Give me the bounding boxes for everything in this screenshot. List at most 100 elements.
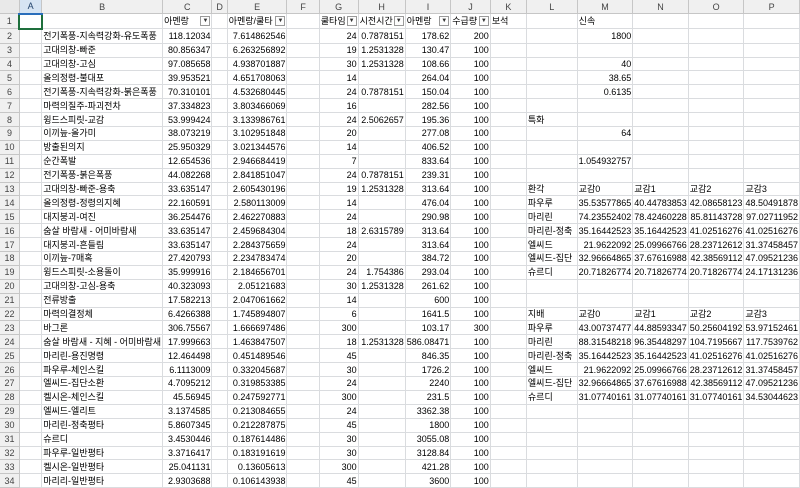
cell-d15[interactable] <box>211 209 228 225</box>
cell-c10[interactable]: 25.950329 <box>162 140 213 155</box>
cell-d14[interactable] <box>211 195 228 211</box>
cell-a11[interactable] <box>19 154 43 169</box>
row-header[interactable]: 15 <box>0 209 20 225</box>
cell-j17[interactable]: 100 <box>450 237 491 253</box>
cell-o13[interactable]: 교감2 <box>688 182 745 197</box>
cell-c24[interactable]: 17.999663 <box>162 334 213 350</box>
cell-p33[interactable] <box>743 459 800 475</box>
cell-m20[interactable] <box>577 279 634 294</box>
cell-o7[interactable] <box>688 98 745 114</box>
cell-d27[interactable] <box>211 376 228 391</box>
cell-m27[interactable]: 32.96664865 <box>577 376 634 391</box>
cell-i33[interactable]: 421.28 <box>405 459 452 475</box>
cell-n10[interactable] <box>632 140 689 155</box>
cell-k6[interactable] <box>490 84 527 100</box>
cell-o34[interactable] <box>688 473 745 488</box>
cell-p18[interactable]: 47.09521236 <box>743 251 800 266</box>
row-header[interactable]: 11 <box>0 154 20 169</box>
cell-a20[interactable] <box>19 279 43 294</box>
cell-n25[interactable]: 35.16442523 <box>632 348 689 364</box>
cell-l20[interactable] <box>526 279 578 294</box>
cell-b11[interactable]: 순간폭발 <box>41 154 164 169</box>
cell-c34[interactable]: 2.9303688 <box>162 473 213 488</box>
cell-d1[interactable] <box>211 13 228 30</box>
cell-e34[interactable]: 0.106143938 <box>227 473 288 488</box>
cell-h7[interactable] <box>358 98 406 114</box>
cell-d11[interactable] <box>211 154 228 169</box>
cell-n3[interactable] <box>632 43 689 58</box>
cell-h28[interactable] <box>358 390 406 405</box>
cell-p30[interactable] <box>743 418 800 433</box>
cell-j19[interactable]: 100 <box>450 265 491 280</box>
column-header-j[interactable]: J <box>450 0 491 15</box>
cell-k28[interactable] <box>490 390 527 405</box>
cell-b29[interactable]: 엘씨드-엘리트 <box>41 404 164 419</box>
cell-m7[interactable] <box>577 98 634 114</box>
cell-d32[interactable] <box>211 446 228 461</box>
cell-m6[interactable]: 0.6135 <box>577 84 634 100</box>
cell-d26[interactable] <box>211 362 228 378</box>
cell-l5[interactable] <box>526 70 578 86</box>
cell-m23[interactable]: 43.00737477 <box>577 320 634 336</box>
cell-h30[interactable] <box>358 418 406 433</box>
cell-l30[interactable] <box>526 418 578 433</box>
cell-m16[interactable]: 35.16442523 <box>577 223 634 239</box>
cell-d21[interactable] <box>211 293 228 308</box>
cell-p6[interactable] <box>743 84 800 100</box>
cell-j14[interactable]: 100 <box>450 195 491 211</box>
cell-i12[interactable]: 239.31 <box>405 168 452 183</box>
cell-b30[interactable]: 마리린-정축평타 <box>41 418 164 433</box>
cell-e25[interactable]: 0.451489546 <box>227 348 288 364</box>
cell-c29[interactable]: 3.1374585 <box>162 404 213 419</box>
cell-o26[interactable]: 28.23712612 <box>688 362 745 378</box>
cell-a19[interactable] <box>19 265 43 280</box>
cell-o21[interactable] <box>688 293 745 308</box>
cell-g18[interactable]: 20 <box>319 251 359 266</box>
cell-i17[interactable]: 313.64 <box>405 237 452 253</box>
cell-h29[interactable] <box>358 404 406 419</box>
cell-h27[interactable] <box>358 376 406 391</box>
cell-f30[interactable] <box>286 418 320 433</box>
cell-a16[interactable] <box>19 223 43 239</box>
column-header-p[interactable]: P <box>743 0 800 15</box>
cell-g15[interactable]: 24 <box>319 209 359 225</box>
cell-h4[interactable]: 1.2531328 <box>358 57 406 72</box>
cell-c14[interactable]: 22.160591 <box>162 195 213 211</box>
row-header[interactable]: 7 <box>0 98 20 114</box>
cell-a31[interactable] <box>19 432 43 447</box>
cell-f14[interactable] <box>286 195 320 211</box>
cell-e28[interactable]: 0.247592771 <box>227 390 288 405</box>
cell-b20[interactable]: 고대의창-고심-용축 <box>41 279 164 294</box>
cell-b32[interactable]: 파우루-일반평타 <box>41 446 164 461</box>
cell-m13[interactable]: 교감0 <box>577 182 634 197</box>
cell-c27[interactable]: 4.7095212 <box>162 376 213 391</box>
cell-c7[interactable]: 37.334823 <box>162 98 213 114</box>
cell-o9[interactable] <box>688 126 745 141</box>
cell-i15[interactable]: 290.98 <box>405 209 452 225</box>
cell-p29[interactable] <box>743 404 800 419</box>
cell-l10[interactable] <box>526 140 578 155</box>
column-header-g[interactable]: G <box>319 0 359 15</box>
cell-p24[interactable]: 117.7539762 <box>743 334 800 350</box>
cell-f29[interactable] <box>286 404 320 419</box>
cell-n24[interactable]: 96.35448297 <box>632 334 689 350</box>
column-header-h[interactable]: H <box>358 0 406 15</box>
cell-p20[interactable] <box>743 279 800 294</box>
cell-e11[interactable]: 2.946684419 <box>227 154 288 169</box>
cell-a9[interactable] <box>19 126 43 141</box>
cell-j27[interactable]: 100 <box>450 376 491 391</box>
cell-i29[interactable]: 3362.38 <box>405 404 452 419</box>
cell-j28[interactable]: 100 <box>450 390 491 405</box>
cell-m24[interactable]: 88.31548218 <box>577 334 634 350</box>
cell-j26[interactable]: 100 <box>450 362 491 378</box>
cell-g7[interactable]: 16 <box>319 98 359 114</box>
cell-g24[interactable]: 18 <box>319 334 359 350</box>
cell-b33[interactable]: 켈시온-일반평타 <box>41 459 164 475</box>
cell-m33[interactable] <box>577 459 634 475</box>
cell-o20[interactable] <box>688 279 745 294</box>
cell-e29[interactable]: 0.213084655 <box>227 404 288 419</box>
cell-o2[interactable] <box>688 28 745 44</box>
row-header[interactable]: 33 <box>0 459 20 475</box>
cell-a30[interactable] <box>19 418 43 433</box>
cell-g25[interactable]: 45 <box>319 348 359 364</box>
